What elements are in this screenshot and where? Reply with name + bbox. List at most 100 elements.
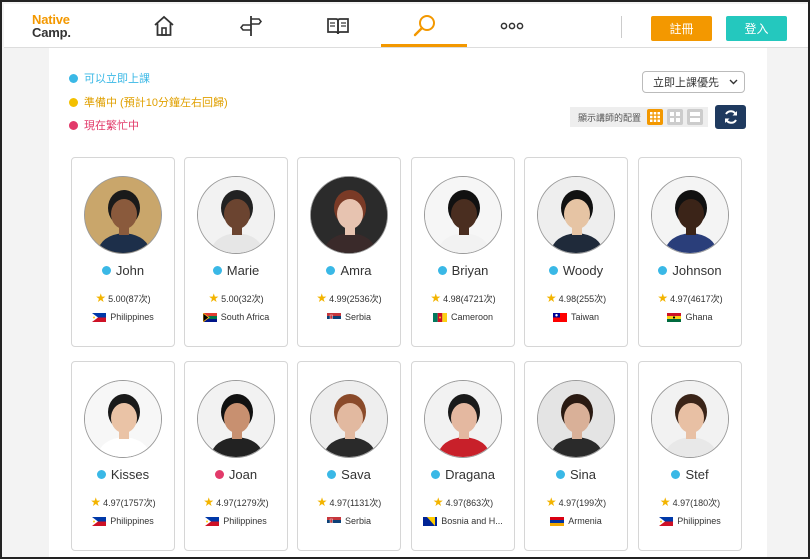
- tutor-country-name: Cameroon: [450, 312, 494, 322]
- tutor-avatar[interactable]: [197, 380, 275, 458]
- tutor-avatar[interactable]: [651, 380, 729, 458]
- tutor-card[interactable]: Kisses ★ 4.97(1757次) Philippines: [71, 361, 175, 551]
- tutor-card[interactable]: Johnson ★ 4.97(4617次) Ghana: [638, 157, 742, 347]
- login-button[interactable]: 登入: [726, 16, 787, 41]
- tutor-card[interactable]: John ★ 5.00(87次) Philippines: [71, 157, 175, 347]
- flag-icon: [659, 516, 677, 526]
- status-dot-icon: [214, 469, 224, 479]
- flag-icon: [667, 312, 685, 322]
- tutor-avatar[interactable]: [424, 380, 502, 458]
- tutor-card[interactable]: Joan ★ 4.97(1279次) Philippines: [184, 361, 288, 551]
- tutor-card[interactable]: Stef ★ 4.97(180次) Philippines: [638, 361, 742, 551]
- tutor-avatar[interactable]: [310, 380, 388, 458]
- tutor-avatar[interactable]: [197, 176, 275, 254]
- flag-icon: [552, 312, 571, 322]
- home-icon[interactable]: [150, 12, 178, 40]
- tutor-avatar[interactable]: [310, 176, 388, 254]
- tutor-rating: ★ 5.00(87次): [72, 292, 174, 304]
- star-icon: ★: [316, 291, 328, 305]
- tutor-rating-value: 4.97(863次): [445, 497, 494, 508]
- tutor-card[interactable]: Sina ★ 4.97(199次) Armenia: [524, 361, 628, 551]
- tutor-card[interactable]: Sava ★ 4.97(1131次) Serbia: [297, 361, 401, 551]
- tutor-rating-value: 4.97(1279次): [216, 497, 269, 508]
- tutor-name[interactable]: Dragana: [445, 467, 495, 482]
- tutor-name[interactable]: John: [116, 263, 144, 278]
- page-frame: Native Camp. 註冊 登入 可以立即上課 準備中 (預計10分鐘左右回…: [0, 0, 810, 559]
- layout-grid-2-button[interactable]: [687, 109, 704, 125]
- book-icon[interactable]: [324, 12, 352, 40]
- tutor-avatar[interactable]: [537, 380, 615, 458]
- tutor-avatar[interactable]: [424, 176, 502, 254]
- star-icon: ★: [659, 495, 671, 509]
- tutor-country-name: Philippines: [677, 516, 721, 526]
- tutor-card[interactable]: Woody ★ 4.98(255次) Taiwan: [524, 157, 628, 347]
- legend-available-label: 可以立即上課: [84, 73, 150, 85]
- tutor-name[interactable]: Kisses: [111, 467, 149, 482]
- legend-busy: 現在繁忙中: [69, 117, 139, 133]
- tutor-country-name: Serbia: [344, 312, 371, 322]
- layout-grid-6-button[interactable]: [647, 109, 664, 125]
- active-tab-indicator: [381, 44, 467, 47]
- status-dot-icon: [327, 469, 337, 479]
- logo[interactable]: Native Camp.: [32, 13, 71, 39]
- flag-icon: [202, 312, 221, 322]
- refresh-button[interactable]: [715, 105, 746, 129]
- tutor-name[interactable]: Sava: [341, 467, 371, 482]
- available-dot-icon: [69, 73, 78, 83]
- tutor-rating: ★ 4.97(863次): [412, 496, 514, 508]
- tutor-avatar[interactable]: [84, 380, 162, 458]
- star-icon: ★: [90, 495, 102, 509]
- tutor-name[interactable]: Stef: [685, 467, 708, 482]
- tutor-name[interactable]: Briyan: [452, 263, 489, 278]
- tutor-card[interactable]: Amra ★ 4.99(2536次) Serbia: [297, 157, 401, 347]
- flag-icon: [326, 312, 345, 322]
- status-dot-icon: [212, 265, 222, 275]
- status-dot-icon: [555, 469, 565, 479]
- tutor-avatar[interactable]: [651, 176, 729, 254]
- star-icon: ★: [657, 291, 669, 305]
- tutor-name[interactable]: Johnson: [672, 263, 721, 278]
- tutor-country: Cameroon: [412, 311, 514, 323]
- tutor-rating: ★ 4.98(4721次): [412, 292, 514, 304]
- search-icon[interactable]: [411, 12, 439, 40]
- more-icon[interactable]: [498, 12, 526, 40]
- tutor-name[interactable]: Joan: [229, 467, 257, 482]
- status-dot-icon: [671, 469, 681, 479]
- top-header: Native Camp. 註冊 登入: [4, 4, 808, 48]
- sort-select[interactable]: 立即上課優先: [642, 71, 745, 93]
- status-dot-icon: [437, 265, 447, 275]
- preparing-dot-icon: [69, 97, 78, 107]
- tutor-avatar[interactable]: [537, 176, 615, 254]
- status-dot-icon: [326, 265, 336, 275]
- tutor-name-row: Dragana: [412, 466, 514, 482]
- tutor-card[interactable]: Dragana ★ 4.97(863次) Bosnia and H...: [411, 361, 515, 551]
- register-button[interactable]: 註冊: [651, 16, 712, 41]
- flag-icon: [423, 516, 441, 526]
- layout-grid-4-button[interactable]: [667, 109, 684, 125]
- star-icon: ★: [203, 495, 215, 509]
- tutor-name[interactable]: Amra: [340, 263, 371, 278]
- tutor-country: Philippines: [72, 515, 174, 527]
- legend-preparing-label: 準備中 (預計10分鐘左右回歸): [84, 97, 228, 109]
- tutor-name[interactable]: Woody: [563, 263, 603, 278]
- busy-dot-icon: [69, 120, 78, 130]
- tutor-country-name: Philippines: [110, 516, 154, 526]
- tutor-rating-value: 4.98(4721次): [443, 293, 496, 304]
- tutor-rating-value: 5.00(32次): [221, 293, 264, 304]
- tutor-rating-value: 4.97(4617次): [670, 293, 723, 304]
- tutor-name[interactable]: Sina: [570, 467, 596, 482]
- tutor-name-row: Amra: [298, 262, 400, 278]
- flag-icon: [205, 516, 223, 526]
- tutor-avatar[interactable]: [84, 176, 162, 254]
- status-dot-icon: [96, 469, 106, 479]
- flag-icon: [92, 312, 110, 322]
- tutor-rating-value: 4.97(1131次): [329, 497, 382, 508]
- tutor-card[interactable]: Marie ★ 5.00(32次) South Africa: [184, 157, 288, 347]
- signpost-icon[interactable]: [237, 12, 265, 40]
- tutor-rating: ★ 4.97(4617次): [639, 292, 741, 304]
- tutor-rating-value: 4.99(2536次): [329, 293, 382, 304]
- tutor-name-row: John: [72, 262, 174, 278]
- tutor-country-name: Taiwan: [570, 312, 599, 322]
- tutor-card[interactable]: Briyan ★ 4.98(4721次) Cameroon: [411, 157, 515, 347]
- tutor-name[interactable]: Marie: [227, 263, 260, 278]
